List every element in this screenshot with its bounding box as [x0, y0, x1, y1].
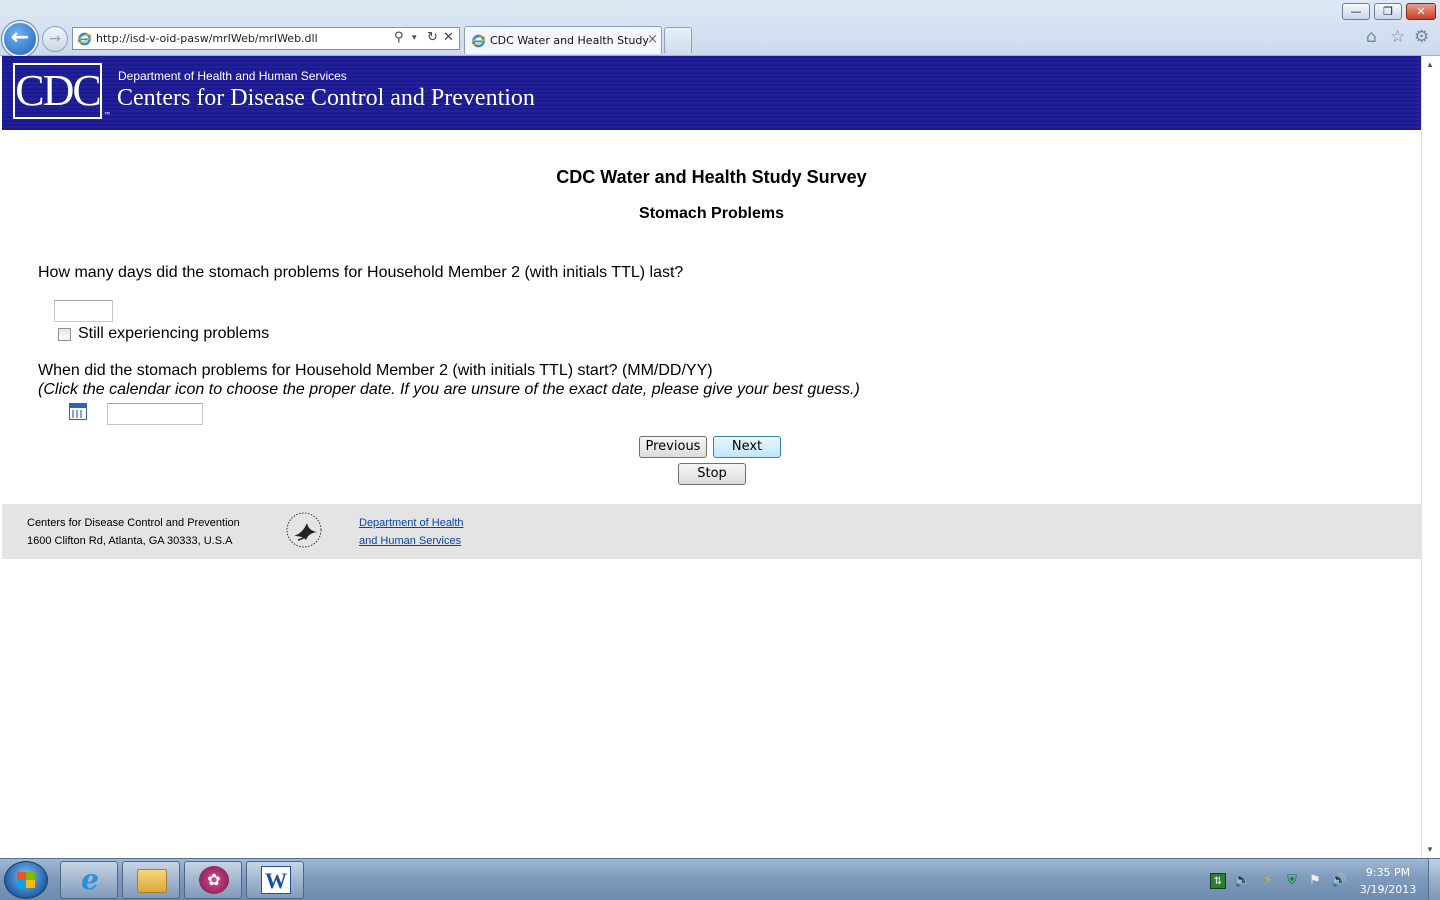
calendar-header-strip	[70, 404, 86, 408]
taskbar-windows-explorer[interactable]	[122, 861, 180, 899]
address-bar[interactable]: http://isd-v-oid-pasw/mrIWeb/mrIWeb.dll …	[72, 27, 460, 50]
hhs-link-line2[interactable]: and Human Services	[359, 535, 461, 547]
tab-title: CDC Water and Health Study	[490, 34, 649, 47]
page-viewport: CDC ™ Department of Health and Human Ser…	[2, 56, 1421, 858]
taskbar-microsoft-word[interactable]: W	[246, 861, 304, 899]
date-instructions: (Click the calendar icon to choose the p…	[38, 381, 860, 398]
volume-muted-icon[interactable]: 🔈	[1234, 873, 1250, 889]
calendar-grid	[72, 410, 84, 418]
media-app-icon: ✿	[199, 866, 229, 894]
search-icon[interactable]: ⚲	[394, 30, 404, 45]
question-days-duration: How many days did the stomach problems f…	[38, 264, 684, 281]
word-icon: W	[261, 866, 291, 894]
close-window-button[interactable]: ✕	[1406, 3, 1436, 20]
question-start-date: When did the stomach problems for Househ…	[38, 362, 713, 379]
next-button[interactable]: Next	[713, 436, 781, 458]
page-footer: Centers for Disease Control and Preventi…	[2, 504, 1421, 559]
close-icon[interactable]: ×	[647, 32, 658, 47]
back-arrow-icon[interactable]: ←	[2, 21, 38, 57]
scroll-down-icon[interactable]: ▼	[1426, 845, 1434, 854]
still-experiencing-label[interactable]: Still experiencing problems	[78, 325, 269, 343]
tab-cdc-water-study[interactable]: CDC Water and Health Study ×	[464, 26, 662, 54]
hhs-eagle-logo[interactable]	[284, 510, 324, 550]
stop-icon[interactable]: ✕	[443, 30, 454, 45]
department-name: Department of Health and Human Services	[118, 69, 347, 83]
speaker-icon[interactable]: 🔊	[1331, 873, 1347, 889]
forward-arrow-icon[interactable]: →	[42, 26, 68, 52]
hhs-link-line1[interactable]: Department of Health	[359, 517, 464, 529]
trademark-mark: ™	[104, 112, 110, 118]
start-date-input[interactable]	[107, 403, 203, 425]
wand-icon[interactable]: ⚡	[1260, 873, 1276, 889]
taskbar-internet-explorer[interactable]: e	[60, 861, 118, 899]
vertical-scrollbar[interactable]: ▲ ▼	[1421, 56, 1438, 858]
days-input[interactable]	[54, 300, 113, 322]
gear-icon[interactable]: ⚙	[1414, 27, 1429, 47]
maximize-button[interactable]: ❐	[1374, 3, 1402, 20]
stop-button[interactable]: Stop	[678, 463, 746, 485]
shield-icon[interactable]: ⛨	[1284, 873, 1300, 889]
section-title: Stomach Problems	[639, 205, 784, 222]
start-button[interactable]	[4, 861, 48, 899]
calendar-icon[interactable]	[69, 403, 87, 420]
browser-chrome: — ❐ ✕ ← → http://isd-v-oid-pasw/mrIWeb/m…	[0, 0, 1440, 57]
clock-time[interactable]: 9:35 PM	[1356, 866, 1420, 879]
ie-icon	[471, 34, 486, 48]
minimize-button[interactable]: —	[1342, 3, 1370, 20]
taskbar-media-app[interactable]: ✿	[184, 861, 242, 899]
new-tab-button[interactable]	[664, 27, 692, 53]
action-center-flag-icon[interactable]: ⚑	[1307, 873, 1323, 889]
refresh-icon[interactable]: ↻	[427, 30, 438, 45]
windows-logo-icon	[17, 872, 35, 888]
footer-address: 1600 Clifton Rd, Atlanta, GA 30333, U.S.…	[27, 535, 233, 547]
clock-date[interactable]: 3/19/2013	[1356, 883, 1420, 896]
still-experiencing-checkbox[interactable]	[58, 328, 71, 341]
survey-title: CDC Water and Health Study Survey	[556, 167, 867, 187]
folder-icon	[137, 869, 167, 893]
ie-icon	[77, 32, 92, 46]
scroll-up-icon[interactable]: ▲	[1426, 60, 1434, 69]
previous-button[interactable]: Previous	[639, 436, 707, 458]
chevron-down-icon[interactable]: ▾	[412, 33, 417, 43]
ie-icon: e	[81, 863, 99, 896]
address-url[interactable]: http://isd-v-oid-pasw/mrIWeb/mrIWeb.dll	[96, 32, 318, 45]
footer-org-name: Centers for Disease Control and Preventi…	[27, 517, 240, 529]
cdc-header-banner: CDC ™ Department of Health and Human Ser…	[2, 56, 1421, 130]
star-icon[interactable]: ☆	[1390, 27, 1405, 47]
cdc-logo[interactable]: CDC	[13, 63, 102, 119]
show-desktop-button[interactable]	[1428, 859, 1440, 900]
home-icon[interactable]: ⌂	[1366, 27, 1377, 47]
network-icon[interactable]: ⇅	[1210, 873, 1226, 889]
taskbar: e ✿ W ⇅ 🔈 ⚡ ⛨ ⚑ 🔊 9:35 PM 3/19/2013	[0, 858, 1440, 900]
agency-name: Centers for Disease Control and Preventi…	[117, 85, 535, 111]
